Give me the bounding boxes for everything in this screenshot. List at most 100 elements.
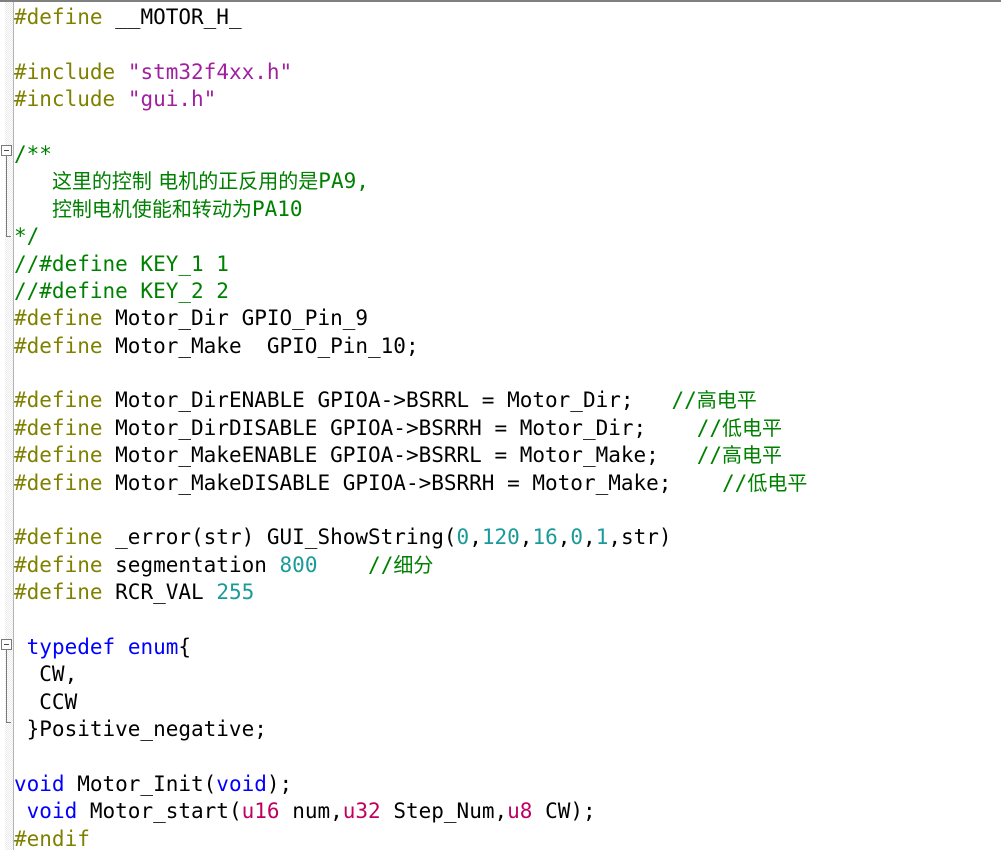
code-line[interactable]: 控制电机使能和转动为PA10 — [14, 196, 1001, 223]
code-token-cmt: // — [368, 552, 394, 577]
code-token-pp: #define — [14, 5, 103, 29]
code-token-cmt: //#define KEY_2 2 — [14, 278, 229, 303]
code-token-txt: Motor_DirENABLE GPIOA->BSRRL = Motor_Dir… — [102, 388, 672, 413]
code-line[interactable]: #define Motor_DirDISABLE GPIOA->BSRRH = … — [14, 415, 1001, 442]
code-token-txt: { — [178, 634, 192, 659]
code-token-txt: , — [557, 525, 571, 550]
code-line[interactable]: #endif — [14, 826, 1001, 850]
code-token-txt: , — [519, 525, 533, 550]
code-token-cmt: // — [722, 470, 748, 495]
code-line[interactable]: #define Motor_Dir GPIO_Pin_9 — [14, 305, 1001, 332]
code-line[interactable] — [14, 744, 1001, 771]
fold-bracket-line-typedef-enum — [6, 650, 7, 722]
code-token-pp: #include — [14, 59, 116, 84]
code-token-cmt: 控制电机使能和转动为 — [51, 196, 252, 221]
code-line[interactable]: #define RCR_VAL 255 — [14, 579, 1001, 606]
code-token-txt: ); — [266, 771, 293, 796]
code-token-kw: void — [14, 771, 65, 796]
code-token-pp: #define — [14, 388, 103, 413]
code-line[interactable] — [14, 114, 1001, 141]
code-token-txt: }Positive_negative; — [14, 717, 267, 742]
code-token-txt: __MOTOR_H_ — [102, 5, 242, 29]
code-line[interactable]: #include "stm32f4xx.h" — [14, 59, 1001, 86]
code-token-kw: void — [216, 771, 267, 796]
code-token-cmt: PA9, — [318, 169, 369, 194]
code-token-txt: Motor_MakeDISABLE GPIOA->BSRRH = Motor_M… — [102, 470, 723, 495]
code-token-cmt: 这里的控制 电机的正反用的是 — [51, 169, 319, 194]
code-line[interactable]: typedef enum{ — [14, 634, 1001, 661]
fold-bracket-end-block-comment — [6, 236, 11, 237]
code-line[interactable]: #define segmentation 800 //细分 — [14, 552, 1001, 579]
code-token-num: 0 — [570, 525, 584, 550]
folding-gutter[interactable] — [0, 2, 14, 850]
code-editor[interactable]: #define __MOTOR_H_ #include "stm32f4xx.h… — [0, 0, 1001, 850]
code-line[interactable]: }Positive_negative; — [14, 716, 1001, 743]
code-line[interactable]: #include "gui.h" — [14, 86, 1001, 113]
code-token-pp: #define — [14, 415, 103, 440]
code-token-cmt: 低电平 — [722, 415, 783, 440]
code-token-num: 0 — [456, 525, 470, 550]
code-token-kw: void — [26, 799, 78, 824]
code-token-pp: #include — [14, 87, 116, 112]
code-token-str: "stm32f4xx.h" — [127, 59, 293, 84]
code-token-txt: RCR_VAL — [102, 580, 217, 605]
code-token-txt: Motor_MakeENABLE GPIOA->BSRRL = Motor_Ma… — [102, 443, 697, 468]
code-token-txt: , — [583, 525, 596, 550]
code-token-pp: #define — [14, 580, 103, 605]
code-line[interactable]: //#define KEY_1 1 — [14, 251, 1001, 278]
code-token-num: 800 — [279, 552, 318, 577]
code-line[interactable]: #define Motor_DirENABLE GPIOA->BSRRL = M… — [14, 387, 1001, 414]
fold-toggle-block-comment[interactable] — [1, 145, 12, 156]
code-line[interactable]: 这里的控制 电机的正反用的是PA9, — [14, 168, 1001, 195]
code-token-num: 1 — [595, 525, 609, 550]
code-token-cmt: 细分 — [393, 552, 434, 577]
code-line[interactable]: /** — [14, 141, 1001, 168]
code-token-cmt — [14, 197, 52, 221]
code-token-txt: ,str) — [608, 525, 672, 550]
code-token-txt: Motor_Dir GPIO_Pin_9 — [102, 306, 369, 331]
code-token-cmt: /** — [14, 141, 52, 166]
code-line[interactable]: CCW — [14, 689, 1001, 716]
code-line[interactable] — [14, 497, 1001, 524]
fold-toggle-typedef-enum[interactable] — [1, 639, 12, 650]
code-token-txt: _error(str) GUI_ShowString( — [102, 525, 457, 550]
code-token-kw: typedef — [26, 634, 116, 659]
code-token-type: u32 — [342, 799, 381, 824]
code-token-num: 255 — [216, 580, 255, 605]
code-line[interactable]: #define _error(str) GUI_ShowString(0,120… — [14, 524, 1001, 551]
code-token-num: 16 — [532, 525, 558, 550]
code-lines[interactable]: #define __MOTOR_H_ #include "stm32f4xx.h… — [14, 2, 1001, 850]
code-token-cmt: // — [696, 415, 723, 440]
code-line[interactable] — [14, 360, 1001, 387]
code-token-kw: enum — [127, 634, 179, 659]
code-token-cmt: // — [671, 388, 697, 413]
code-line[interactable]: #define Motor_MakeENABLE GPIOA->BSRRL = … — [14, 442, 1001, 469]
code-token-pp: #define — [14, 333, 103, 358]
code-token-txt: Motor_DirDISABLE GPIOA->BSRRH = Motor_Di… — [102, 415, 697, 440]
code-token-pp: #endif — [14, 826, 90, 850]
code-line[interactable]: void Motor_Init(void); — [14, 771, 1001, 798]
code-token-txt: segmentation — [102, 552, 280, 577]
code-line[interactable]: //#define KEY_2 2 — [14, 278, 1001, 305]
code-line[interactable] — [14, 31, 1001, 58]
code-token-txt: CCW — [14, 689, 78, 714]
code-line[interactable] — [14, 607, 1001, 634]
code-token-cmt: */ — [14, 224, 40, 249]
code-line[interactable]: #define Motor_Make GPIO_Pin_10; — [14, 333, 1001, 360]
code-token-cmt: // — [696, 443, 723, 468]
code-line[interactable]: */ — [14, 223, 1001, 250]
code-token-pp: #define — [14, 552, 103, 577]
code-line[interactable]: void Motor_start(u16 num,u32 Step_Num,u8… — [14, 798, 1001, 825]
code-token-pp: #define — [14, 525, 103, 550]
code-line[interactable]: #define Motor_MakeDISABLE GPIOA->BSRRH =… — [14, 470, 1001, 497]
code-line[interactable]: CW, — [14, 661, 1001, 688]
code-token-txt: Motor_Init( — [64, 771, 217, 796]
code-line[interactable]: #define __MOTOR_H_ — [14, 4, 1001, 31]
code-token-num: 120 — [481, 525, 520, 550]
code-token-txt: Step_Num, — [380, 799, 508, 824]
code-token-pp: #define — [14, 306, 103, 331]
